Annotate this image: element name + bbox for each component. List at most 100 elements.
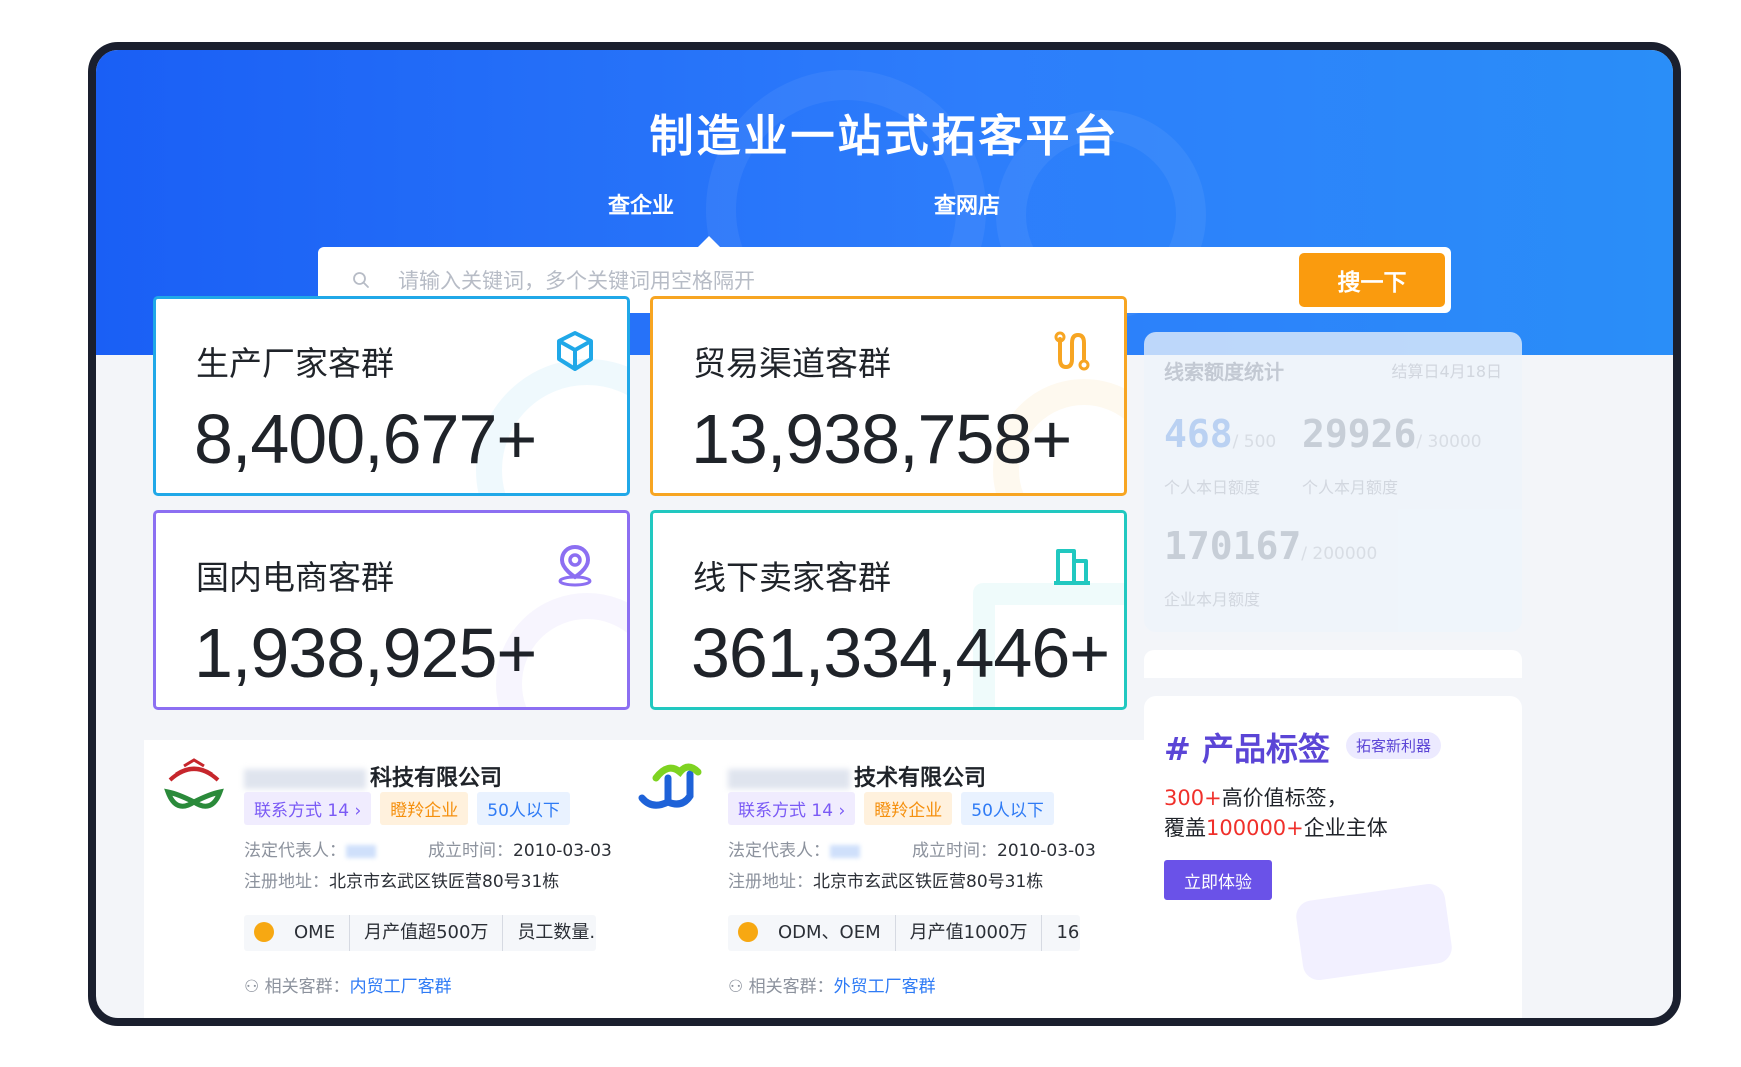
building-icon xyxy=(1054,549,1090,585)
company-used: 170167 xyxy=(1164,524,1302,568)
user-group-icon: ⚇ xyxy=(728,977,749,997)
search-button[interactable]: 搜一下 xyxy=(1299,253,1445,307)
lead-quota-panel: 线索额度统计 结算日4月18日 468/ 500 个人本日额度 29926/ 3… xyxy=(1144,332,1522,632)
product-tag-promo: # 产品标签 拓客新利器 300+高价值标签， 覆盖100000+企业主体 立即… xyxy=(1144,696,1522,1018)
masked-text xyxy=(346,844,376,858)
feature-item: 168... xyxy=(1056,922,1080,943)
page-title: 制造业一站式拓客平台 xyxy=(649,111,1120,162)
related-segment-link[interactable]: 内贸工厂客群 xyxy=(350,977,452,997)
related-row: ⚇ 相关客群：外贸工厂客群 xyxy=(728,972,936,997)
daily-used: 468 xyxy=(1164,412,1233,456)
address-label: 注册地址： xyxy=(244,872,329,892)
active-tab-indicator xyxy=(698,236,720,247)
founded-value: 2010-03-03 xyxy=(997,841,1096,861)
size-tag: 50人以下 xyxy=(477,792,570,825)
highlight-count: 300+ xyxy=(1164,786,1222,810)
company-logo-icon xyxy=(164,758,224,809)
founded-label: 成立时间： xyxy=(428,841,513,861)
panel-divider xyxy=(1144,650,1522,678)
address-value: 北京市玄武区铁匠营80号31栋 xyxy=(329,872,560,892)
card-domestic-ecommerce-segment[interactable]: 国内电商客群 1,938,925+ xyxy=(153,510,630,710)
route-icon xyxy=(1054,331,1090,371)
promo-text: 企业主体 xyxy=(1303,816,1388,840)
coin-icon xyxy=(738,921,758,942)
feature-item: OME xyxy=(280,915,351,951)
app-window: 制造业一站式拓客平台 查企业 查网店 搜一下 生产厂家客群 8,400,677+… xyxy=(88,42,1681,1026)
daily-quota-label: 个人本日额度 xyxy=(1164,478,1261,497)
card-title: 贸易渠道客群 xyxy=(693,344,891,383)
feature-item: 月产值超500万 xyxy=(350,915,504,951)
feature-bar: ODM、OEM月产值1000万 168... xyxy=(728,915,1080,951)
founded-label: 成立时间： xyxy=(912,841,997,861)
promo-decoration xyxy=(1294,881,1454,983)
info-row: 法定代表人： 成立时间：2010-03-03 xyxy=(728,836,1096,861)
company-name[interactable]: 科技有限公司 xyxy=(244,760,502,792)
related-label: 相关客群： xyxy=(748,977,834,997)
company-name-suffix: 科技有限公司 xyxy=(370,766,503,791)
address-row: 注册地址：北京市玄武区铁匠营80号31栋 xyxy=(244,867,559,892)
related-segment-link[interactable]: 外贸工厂客群 xyxy=(834,977,936,997)
settle-date: 结算日4月18日 xyxy=(1391,362,1502,381)
card-title: 国内电商客群 xyxy=(196,558,394,597)
tab-enterprise[interactable]: 查企业 xyxy=(608,188,674,220)
promo-title: # 产品标签 xyxy=(1164,730,1330,768)
masked-text xyxy=(728,769,850,789)
company-name[interactable]: 技术有限公司 xyxy=(728,760,986,792)
promo-badge: 拓客新利器 xyxy=(1346,732,1442,759)
quota-title: 线索额度统计 xyxy=(1164,360,1284,384)
masked-text xyxy=(244,769,366,789)
location-pin-icon xyxy=(558,544,592,587)
coin-icon xyxy=(254,921,274,942)
related-label: 相关客群： xyxy=(264,977,350,997)
tab-online-store[interactable]: 查网店 xyxy=(934,188,1000,220)
company-name-suffix: 技术有限公司 xyxy=(854,766,987,791)
tag-list: 联系方式 14 › 瞪羚企业 50人以下 xyxy=(728,792,1063,825)
company-quota-label: 企业本月额度 xyxy=(1164,590,1261,609)
company-list-item[interactable]: 科技有限公司 联系方式 14 › 瞪羚企业 50人以下 法定代表人： 成立时间：201… xyxy=(144,740,666,1018)
contact-tag[interactable]: 联系方式 14 › xyxy=(728,792,856,825)
feature-item: ODM、OEM xyxy=(764,915,896,951)
size-tag: 50人以下 xyxy=(961,792,1054,825)
cube-icon xyxy=(557,331,593,371)
card-value: 361,334,446+ xyxy=(691,614,1110,692)
company-list-item[interactable]: 技术有限公司 联系方式 14 › 瞪羚企业 50人以下 法定代表人： 成立时间：201… xyxy=(628,740,1150,1018)
card-value: 1,938,925+ xyxy=(194,614,537,692)
monthly-total: / 30000 xyxy=(1416,432,1482,452)
card-value: 13,938,758+ xyxy=(691,400,1072,478)
masked-text xyxy=(830,844,860,858)
legal-label: 法定代表人： xyxy=(728,841,830,861)
card-value: 8,400,677+ xyxy=(194,400,537,478)
promo-text: 高价值标签， xyxy=(1221,786,1348,810)
feature-item: 月产值1000万 xyxy=(896,915,1043,951)
card-manufacturer-segment[interactable]: 生产厂家客群 8,400,677+ xyxy=(153,296,630,496)
card-offline-seller-segment[interactable]: 线下卖家客群 361,334,446+ xyxy=(650,510,1127,710)
feature-item: 员工数量... xyxy=(517,922,596,943)
company-total: / 200000 xyxy=(1301,544,1378,564)
address-label: 注册地址： xyxy=(728,872,813,892)
user-group-icon: ⚇ xyxy=(244,977,265,997)
monthly-used: 29926 xyxy=(1302,412,1417,456)
address-row: 注册地址：北京市玄武区铁匠营80号31栋 xyxy=(728,867,1043,892)
company-logo-icon xyxy=(638,763,702,809)
contact-tag[interactable]: 联系方式 14 › xyxy=(244,792,372,825)
card-title: 线下卖家客群 xyxy=(693,558,891,597)
tag-list: 联系方式 14 › 瞪羚企业 50人以下 xyxy=(244,792,579,825)
founded-value: 2010-03-03 xyxy=(513,841,612,861)
daily-quota: 468/ 500 xyxy=(1164,412,1276,456)
highlight-count: 100000+ xyxy=(1206,816,1304,840)
monthly-quota-label: 个人本月额度 xyxy=(1302,478,1399,497)
gazelle-tag: 瞪羚企业 xyxy=(380,792,469,825)
promo-text: 覆盖 xyxy=(1164,816,1206,840)
related-row: ⚇ 相关客群：内贸工厂客群 xyxy=(244,972,452,997)
promo-line-1: 300+高价值标签， xyxy=(1164,782,1348,812)
monthly-quota: 29926/ 30000 xyxy=(1302,412,1482,456)
daily-total: / 500 xyxy=(1232,432,1277,452)
company-quota: 170167/ 200000 xyxy=(1164,524,1377,568)
card-title: 生产厂家客群 xyxy=(196,344,394,383)
address-value: 北京市玄武区铁匠营80号31栋 xyxy=(813,872,1044,892)
try-now-button[interactable]: 立即体验 xyxy=(1164,860,1272,900)
search-icon xyxy=(353,272,369,288)
info-row: 法定代表人： 成立时间：2010-03-03 xyxy=(244,836,612,861)
card-trade-channel-segment[interactable]: 贸易渠道客群 13,938,758+ xyxy=(650,296,1127,496)
promo-line-2: 覆盖100000+企业主体 xyxy=(1164,812,1388,842)
